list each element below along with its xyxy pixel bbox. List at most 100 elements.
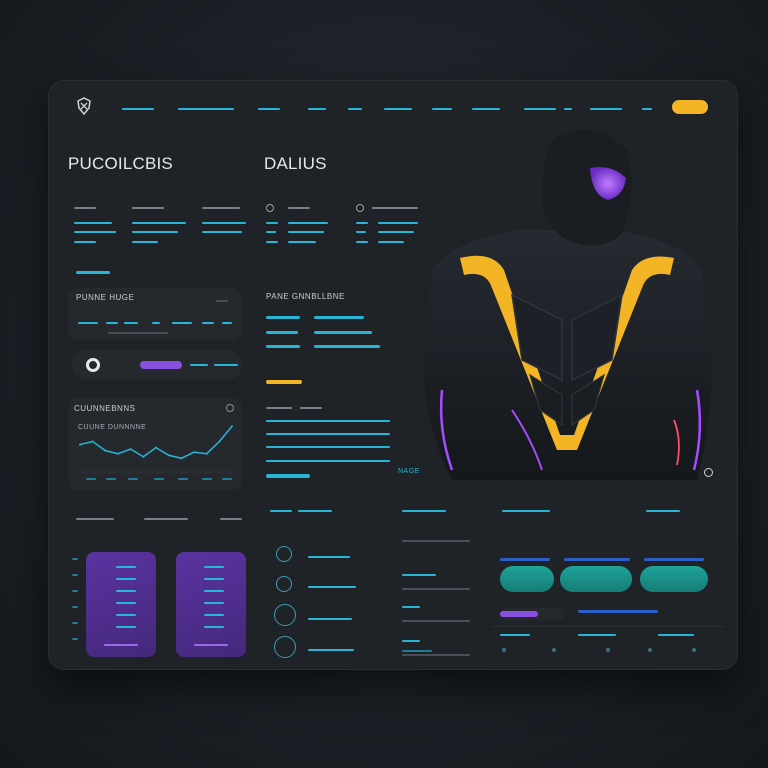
card-line (204, 578, 224, 580)
footer-icon[interactable] (502, 648, 506, 652)
nav-item-12[interactable] (642, 108, 652, 110)
tab-indicator[interactable] (564, 558, 630, 561)
toggle-card[interactable] (72, 350, 242, 380)
purple-progress-fill (500, 611, 539, 617)
nav-item-3[interactable] (258, 108, 280, 110)
list-line (308, 618, 352, 620)
stats-value (222, 322, 232, 324)
info-line (288, 231, 324, 233)
mid-line (402, 640, 420, 642)
nav-item-6[interactable] (384, 108, 412, 110)
list-icon-2[interactable] (276, 576, 292, 592)
cta-button[interactable] (672, 100, 708, 114)
card-line (204, 590, 224, 592)
info-line (356, 241, 368, 243)
profile-bar (266, 345, 300, 348)
x-tick (178, 478, 188, 480)
profile-accent (266, 380, 302, 384)
info-icon (266, 204, 274, 212)
chart-series-line (79, 425, 233, 460)
card-line (204, 614, 224, 616)
list-icon-4[interactable] (274, 636, 296, 658)
card-line (116, 614, 136, 616)
action-button-2[interactable] (560, 566, 632, 592)
chart-point (129, 448, 132, 451)
card-line (116, 626, 136, 628)
bottom-heading (144, 518, 188, 520)
chart-point (231, 425, 233, 428)
logo-icon[interactable] (74, 96, 94, 116)
profile-button[interactable] (266, 474, 310, 478)
chart-point (205, 452, 208, 455)
profile-bar (266, 331, 298, 334)
divider-accent (76, 271, 110, 274)
tab-indicator[interactable] (644, 558, 704, 561)
nav-item-9[interactable] (524, 108, 556, 110)
list-icon-3[interactable] (274, 604, 296, 626)
hero-settings-icon[interactable] (704, 468, 713, 477)
chart-point (167, 454, 170, 457)
card-line (204, 626, 224, 628)
footer-icon[interactable] (606, 648, 610, 652)
nav-item-11[interactable] (590, 108, 622, 110)
nav-item-7[interactable] (432, 108, 452, 110)
card-footer (194, 644, 228, 646)
info-line (202, 231, 242, 233)
action-button-1[interactable] (500, 566, 554, 592)
purple-progress[interactable] (500, 608, 564, 620)
toggle-line (214, 364, 238, 366)
nav-item-5[interactable] (348, 108, 362, 110)
chart-point (91, 440, 94, 443)
mid-line (402, 620, 470, 622)
info-line (132, 222, 186, 224)
footer-icon[interactable] (552, 648, 556, 652)
nav-item-1[interactable] (122, 108, 154, 110)
bottom-strip (492, 626, 724, 627)
tab-indicator[interactable] (500, 558, 550, 561)
info-line (266, 241, 278, 243)
info-line (266, 231, 276, 233)
side-dot (72, 638, 78, 640)
card-footer (104, 644, 138, 646)
expand-icon[interactable] (226, 404, 234, 412)
progress-pill[interactable] (140, 361, 182, 369)
purple-card-1[interactable] (86, 552, 156, 657)
chart-point (104, 449, 107, 452)
side-dot (72, 574, 78, 576)
chart-point (180, 457, 183, 460)
profile-line (266, 420, 390, 422)
card-line (116, 578, 136, 580)
section-title: DALIUS (264, 154, 327, 173)
nav-item-8[interactable] (472, 108, 500, 110)
nav-item-4[interactable] (308, 108, 326, 110)
info-line (266, 222, 278, 224)
progress-line (578, 610, 658, 613)
info-line (356, 231, 366, 233)
info-line (132, 241, 158, 243)
stats-card[interactable]: PUNNE HUGE (68, 288, 242, 340)
x-tick (222, 478, 232, 480)
chart-card[interactable]: CUUNNEBNNS CUUNE DUNNNNE (68, 398, 242, 490)
side-dot (72, 622, 78, 624)
footer-icon[interactable] (692, 648, 696, 652)
action-button-3[interactable] (640, 566, 708, 592)
nav-item-10[interactable] (564, 108, 572, 110)
bottom-heading (646, 510, 680, 512)
stats-sub (108, 332, 168, 334)
dashboard-panel: PUCOILCBIS DALIUS PUNNE HUGE CUUNNEBNNS … (48, 80, 738, 670)
nav-item-2[interactable] (178, 108, 234, 110)
footer-icon[interactable] (648, 648, 652, 652)
purple-card-2[interactable] (176, 552, 246, 657)
profile-bar (266, 316, 300, 319)
profile-bar (314, 345, 380, 348)
chart-point (142, 455, 145, 458)
side-dot (72, 590, 78, 592)
info-heading (202, 207, 240, 209)
side-dot (72, 558, 78, 560)
list-icon-1[interactable] (276, 546, 292, 562)
footer-line (402, 650, 432, 652)
radio-icon[interactable] (86, 358, 100, 372)
chart-point (117, 452, 119, 455)
info-line (288, 241, 316, 243)
mid-line (402, 654, 470, 656)
